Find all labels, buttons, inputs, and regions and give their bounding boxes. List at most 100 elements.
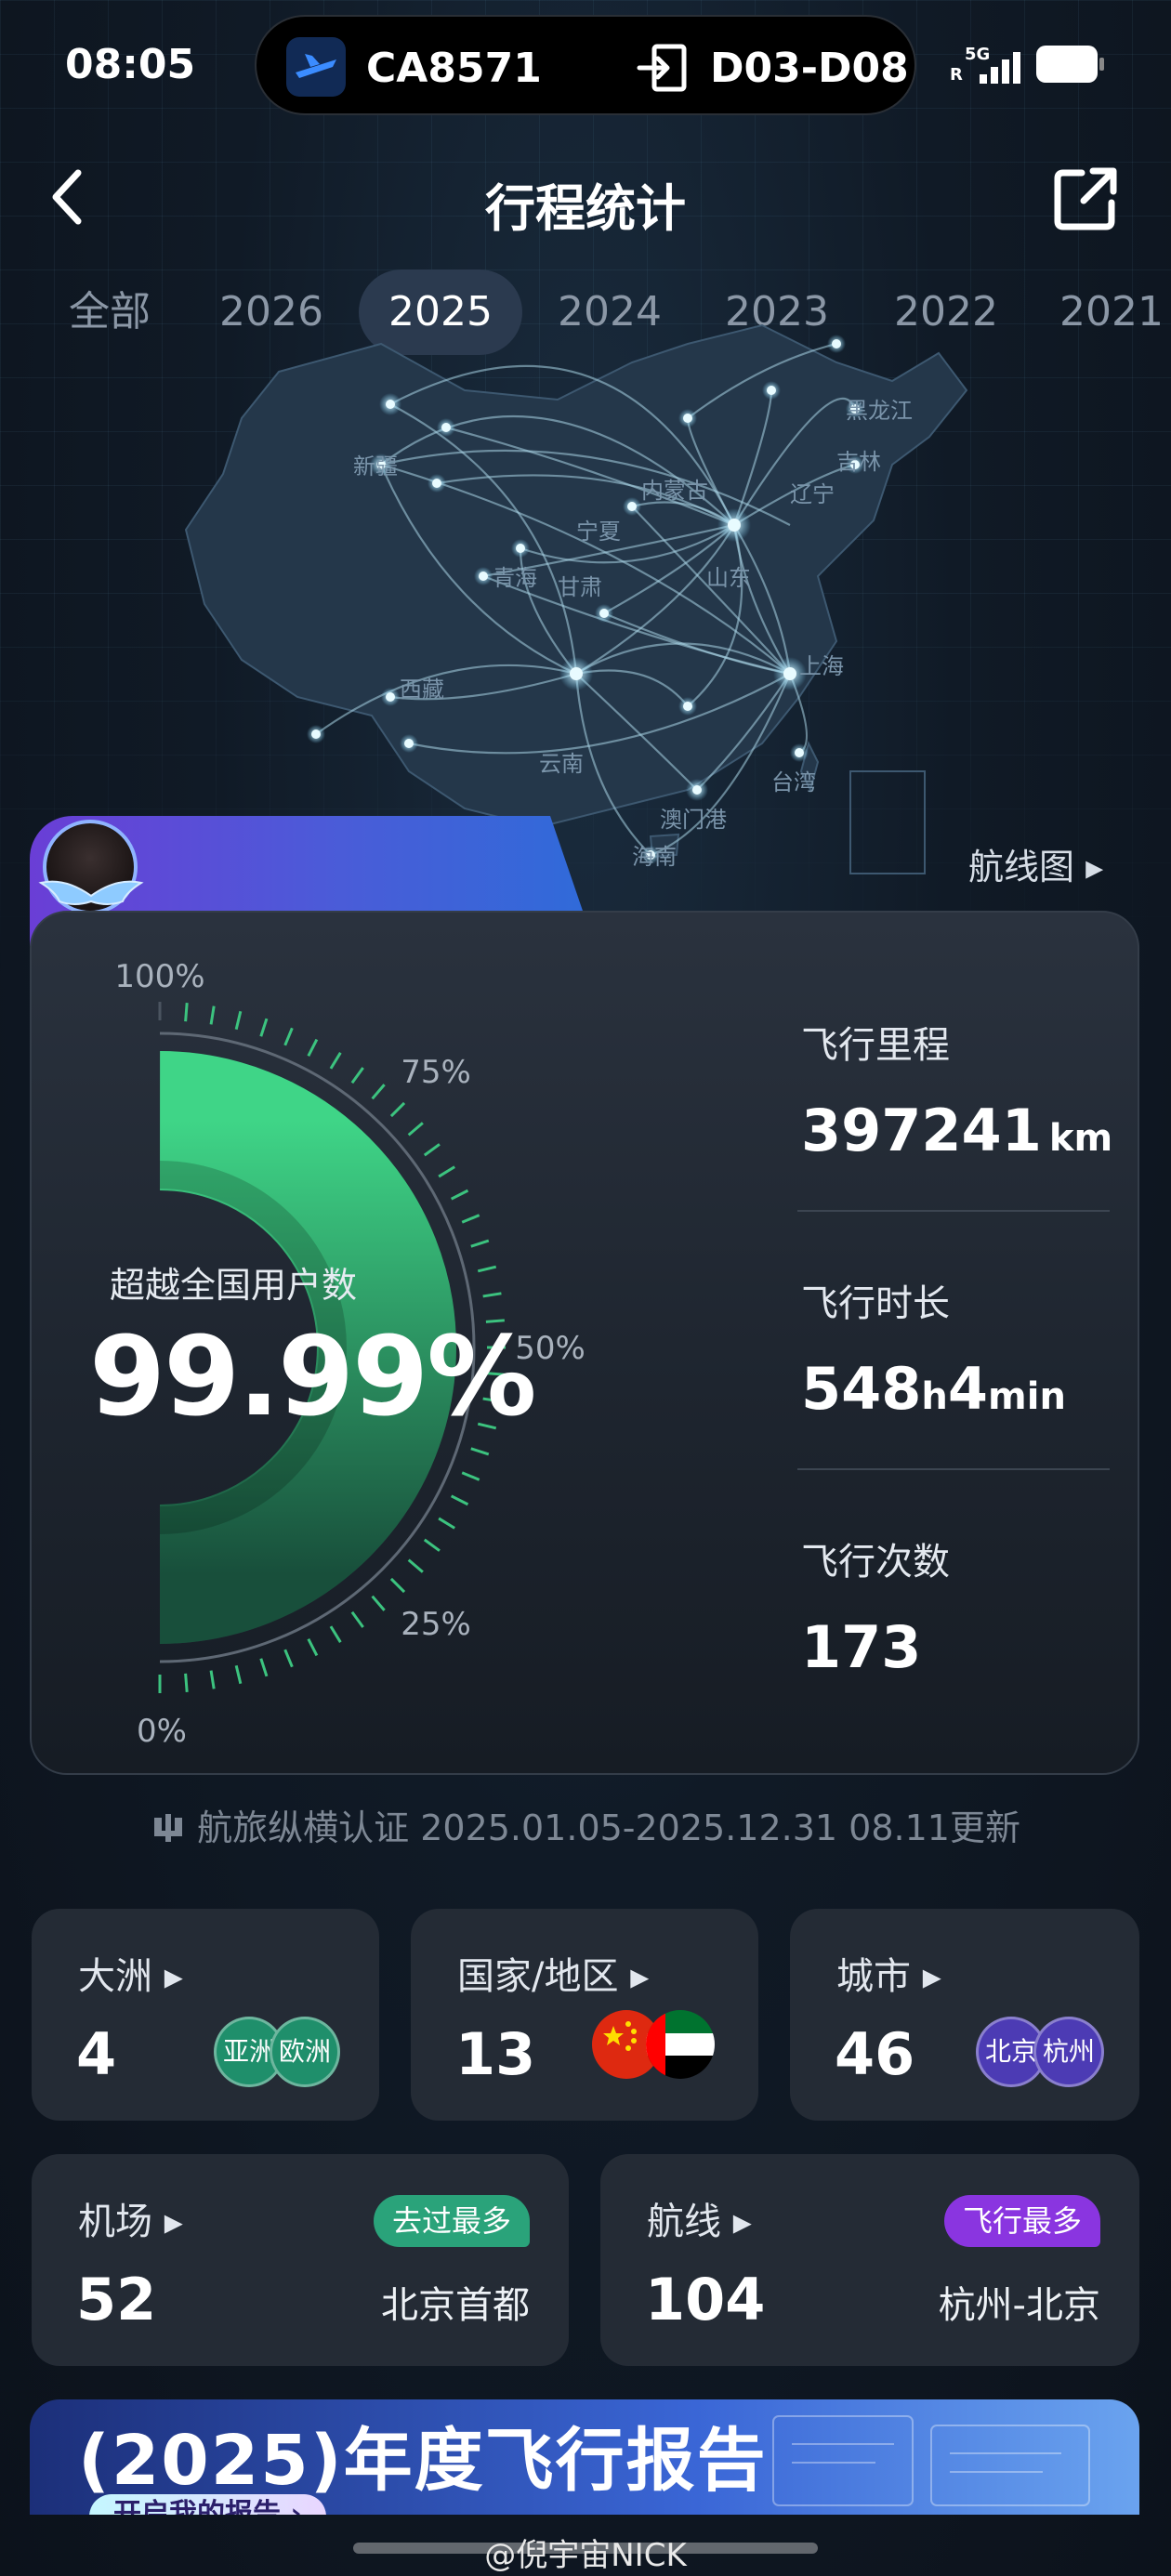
- gauge-tick: [209, 1670, 216, 1689]
- region-label: 山东: [706, 565, 751, 591]
- flights-label: 飞行次数: [801, 1541, 950, 1584]
- city-chip: 杭州: [1033, 2017, 1104, 2087]
- region-label: 台湾: [771, 769, 816, 795]
- continents-card[interactable]: 大洲 ▸ 4 亚洲 欧洲: [32, 1909, 379, 2121]
- gauge-tick: [482, 1292, 502, 1298]
- gauge-tick: [423, 1143, 441, 1157]
- cities-label: 城市 ▸: [836, 1955, 941, 1998]
- tab-2021[interactable]: 2021: [1030, 269, 1171, 355]
- gauge-tick: [477, 1265, 497, 1273]
- gauge-tick: [470, 1447, 490, 1456]
- gauge-label-75: 75%: [401, 1054, 471, 1091]
- gauge-tick: [283, 1027, 294, 1046]
- route-map-link[interactable]: 航线图 ▸: [968, 838, 1103, 889]
- region-label: 内蒙古: [641, 478, 708, 504]
- top-route: 杭州-北京: [938, 2284, 1100, 2327]
- region-label: 吉林: [836, 449, 881, 475]
- gauge-label-25: 25%: [401, 1606, 471, 1643]
- region-label: 宁夏: [576, 519, 621, 545]
- stat-divider: [797, 1468, 1110, 1470]
- gauge-tick: [209, 1005, 216, 1025]
- distance-unit: km: [1048, 1117, 1113, 1160]
- annual-report-banner[interactable]: (2025)年度飞行报告 开启我的报告 ›: [30, 2399, 1139, 2515]
- region-label: 辽宁: [790, 481, 835, 507]
- gauge-tick: [307, 1637, 319, 1657]
- distance-value-row: 397241 km: [801, 1097, 1112, 1164]
- status-time: 08:05: [65, 41, 196, 88]
- duration-hours: 548: [801, 1355, 922, 1423]
- gauge-tick: [234, 1664, 243, 1685]
- region-label: 黑龙江: [846, 398, 913, 424]
- gauge-tick: [329, 1625, 342, 1643]
- duration-minutes-unit: min: [988, 1375, 1066, 1418]
- status-bar: 08:05 CA8571 D03-D08 5G R: [0, 0, 1171, 130]
- countries-card[interactable]: 国家/地区 ▸ 13: [411, 1909, 758, 2121]
- distance-value: 397241: [801, 1097, 1042, 1164]
- open-report-button[interactable]: 开启我的报告 ›: [89, 2494, 326, 2515]
- most-visited-badge: 去过最多: [373, 2195, 530, 2247]
- certification-note: 航旅纵横认证 2025.01.05-2025.12.31 08.11更新: [0, 1799, 1171, 1850]
- duration-value-row: 548h4min: [801, 1355, 1108, 1423]
- flights-stat: 飞行次数 173: [801, 1531, 1108, 1681]
- gauge-tick: [307, 1038, 319, 1058]
- gauge-tick: [461, 1214, 480, 1224]
- gauge-tick: [438, 1517, 455, 1530]
- stat-divider: [797, 1210, 1110, 1212]
- certify-logo-icon: [154, 1814, 183, 1842]
- gauge-tick: [450, 1494, 469, 1506]
- south-china-sea-inset: [849, 770, 926, 874]
- gauge-tick: [329, 1052, 342, 1070]
- share-icon[interactable]: [1054, 165, 1119, 230]
- gauge-tick: [283, 1649, 294, 1668]
- gauge-tick: [438, 1165, 455, 1178]
- region-label: 新疆: [353, 453, 398, 480]
- gauge-value: 99.99%: [89, 1312, 536, 1440]
- airports-value: 52: [76, 2266, 157, 2333]
- gauge-tick: [184, 1673, 189, 1692]
- duration-label: 飞行时长: [801, 1282, 950, 1325]
- cities-card[interactable]: 城市 ▸ 46 北京 杭州: [790, 1909, 1139, 2121]
- certification-text: 航旅纵横认证 2025.01.05-2025.12.31 08.11更新: [197, 1807, 1020, 1848]
- region-label: 西藏: [400, 677, 444, 703]
- gauge-tick: [371, 1595, 386, 1611]
- gauge-tick: [470, 1239, 490, 1248]
- report-title: (2025)年度飞行报告: [78, 2421, 768, 2501]
- duration-minutes: 4: [947, 1355, 989, 1423]
- uae-flag-icon: [646, 2010, 715, 2079]
- gauge-tick: [461, 1471, 480, 1481]
- gauge-tick: [234, 1010, 243, 1031]
- routes-card[interactable]: 航线 ▸ 104 飞行最多 杭州-北京: [600, 2154, 1139, 2366]
- region-label: 青海: [493, 565, 537, 591]
- gauge-tick: [407, 1122, 424, 1137]
- region-label: 海南: [632, 844, 677, 870]
- signal-bars-icon: [980, 52, 1020, 84]
- gauge-tick: [350, 1610, 364, 1628]
- dynamic-island-flight-activity[interactable]: CA8571 D03-D08: [255, 15, 916, 115]
- gauge-tick: [259, 1658, 269, 1677]
- gauge-label-100: 100%: [114, 958, 204, 995]
- distance-label: 飞行里程: [801, 1024, 950, 1067]
- region-label: 甘肃: [558, 574, 602, 600]
- gauge-tick: [184, 1003, 189, 1022]
- continent-chip: 欧洲: [270, 2017, 340, 2087]
- gauge-tick: [450, 1189, 469, 1201]
- distance-stat: 飞行里程 397241 km: [801, 1015, 1112, 1164]
- route-map[interactable]: 黑龙江 吉林 新疆 内蒙古 辽宁 青海 甘肃 西藏 云南 海南 澳门港 台湾 上…: [167, 307, 1004, 901]
- airports-card[interactable]: 机场 ▸ 52 去过最多 北京首都: [32, 2154, 569, 2366]
- gauge-label-0: 0%: [137, 1713, 187, 1747]
- gauge-tick: [371, 1084, 386, 1100]
- gate-range: D03-D08: [710, 45, 909, 92]
- page-title: 行程统计: [485, 179, 686, 238]
- gauge-tick: [389, 1577, 406, 1594]
- gauge-tick: [407, 1558, 424, 1573]
- routes-label: 航线 ▸: [647, 2201, 752, 2243]
- watermark: @倪宇宙NICK: [484, 2537, 687, 2574]
- gauge-tick: [259, 1018, 269, 1037]
- cities-value: 46: [835, 2020, 915, 2088]
- avatar-wing-badge-icon: [38, 880, 144, 905]
- gauge-tick: [350, 1067, 364, 1084]
- gauge-caption: 超越全国用户数: [110, 1265, 358, 1306]
- battery-icon: [1036, 46, 1104, 83]
- routes-value: 104: [645, 2266, 766, 2333]
- airplane-app-icon: [286, 37, 346, 97]
